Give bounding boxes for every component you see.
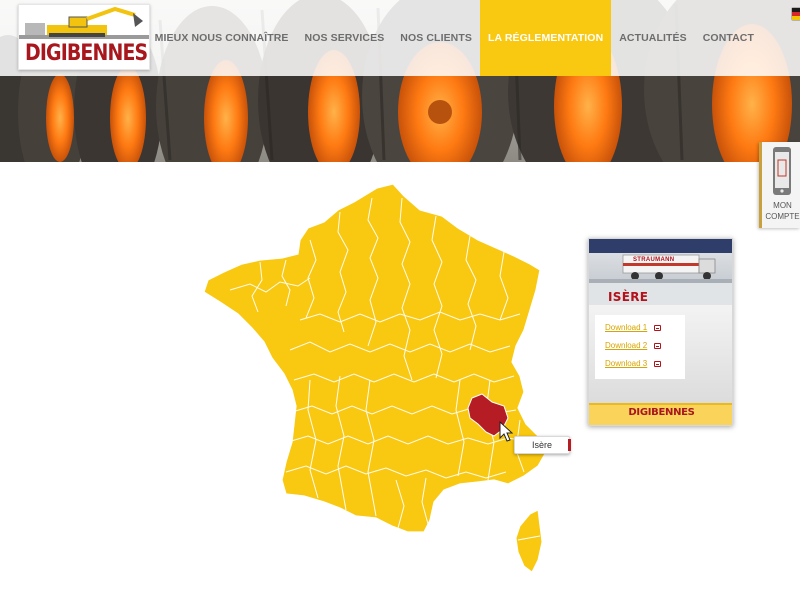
logo-wordmark: DIGIBENNES: [25, 41, 148, 66]
my-account-label: MON COMPTE: [765, 201, 800, 221]
department-info-card: STRAUMANN ISÈRE Download 1 Download 2 Do…: [588, 238, 733, 426]
truck-lettering: STRAUMANN: [633, 257, 675, 263]
download-2-link[interactable]: Download 2: [605, 341, 647, 350]
pdf-file-icon[interactable]: [654, 343, 661, 349]
isere-tooltip: Isère: [514, 436, 571, 454]
hero-banner: DIGIBENNES MIEUX NOUS CONNAÎTRE NOS SERV…: [0, 0, 800, 162]
truck-photo: STRAUMANN: [589, 239, 732, 283]
france-departments-map: [203, 183, 547, 573]
main-menu: MIEUX NOUS CONNAÎTRE NOS SERVICES NOS CL…: [147, 0, 762, 76]
excavator-logo-icon: [19, 6, 149, 39]
download-3-link[interactable]: Download 3: [605, 359, 647, 368]
mobile-phone-icon: [773, 147, 791, 195]
download-1-link[interactable]: Download 1: [605, 323, 647, 332]
pdf-file-icon[interactable]: [654, 361, 661, 367]
my-account-tab[interactable]: MON COMPTE: [759, 142, 800, 228]
nav-nos-clients[interactable]: NOS CLIENTS: [392, 0, 480, 76]
nav-mieux-nous-connaitre[interactable]: MIEUX NOUS CONNAÎTRE: [147, 0, 297, 76]
nav-nos-services[interactable]: NOS SERVICES: [297, 0, 393, 76]
nav-actualites[interactable]: ACTUALITÉS: [611, 0, 695, 76]
pdf-file-icon[interactable]: [654, 325, 661, 331]
digibennes-logo[interactable]: DIGIBENNES: [18, 4, 150, 70]
nav-contact[interactable]: CONTACT: [695, 0, 762, 76]
nav-la-reglementation[interactable]: LA RÉGLEMENTATION: [480, 0, 612, 76]
top-navigation-bar: DIGIBENNES MIEUX NOUS CONNAÎTRE NOS SERV…: [0, 0, 800, 76]
german-flag-icon[interactable]: [792, 8, 800, 20]
corsica-region[interactable]: [515, 509, 543, 573]
france-mainland[interactable]: [203, 183, 547, 533]
department-title: ISÈRE: [608, 290, 649, 304]
card-footer-logo: DIGIBENNES: [628, 407, 695, 418]
page: DIGIBENNES MIEUX NOUS CONNAÎTRE NOS SERV…: [0, 0, 800, 600]
